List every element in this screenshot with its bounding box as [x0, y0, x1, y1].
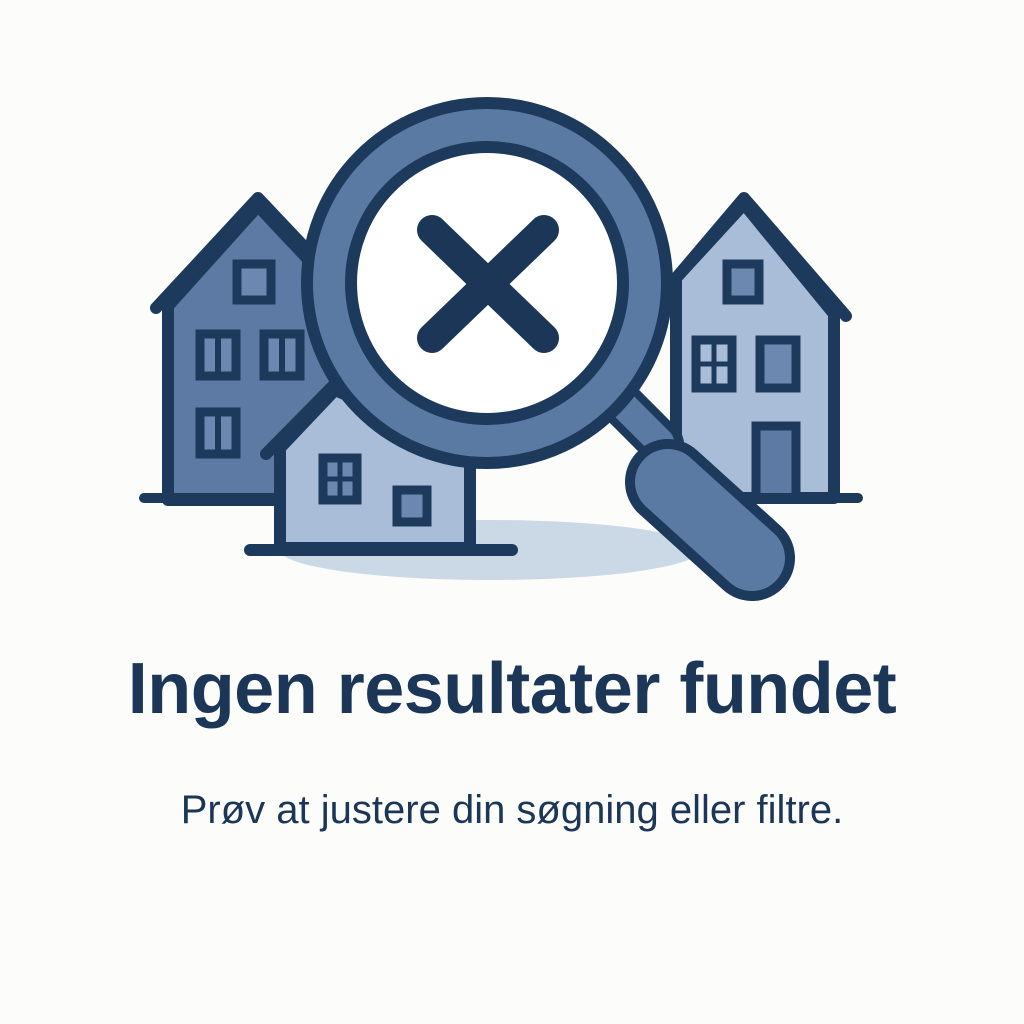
no-results-illustration: [139, 97, 863, 601]
empty-state-subtitle: Prøv at justere din søgning eller filtre…: [180, 788, 844, 832]
empty-state-title: Ingen resultater fundet: [127, 649, 897, 729]
no-results-empty-state: Ingen resultater fundet Prøv at justere …: [0, 0, 1024, 1024]
